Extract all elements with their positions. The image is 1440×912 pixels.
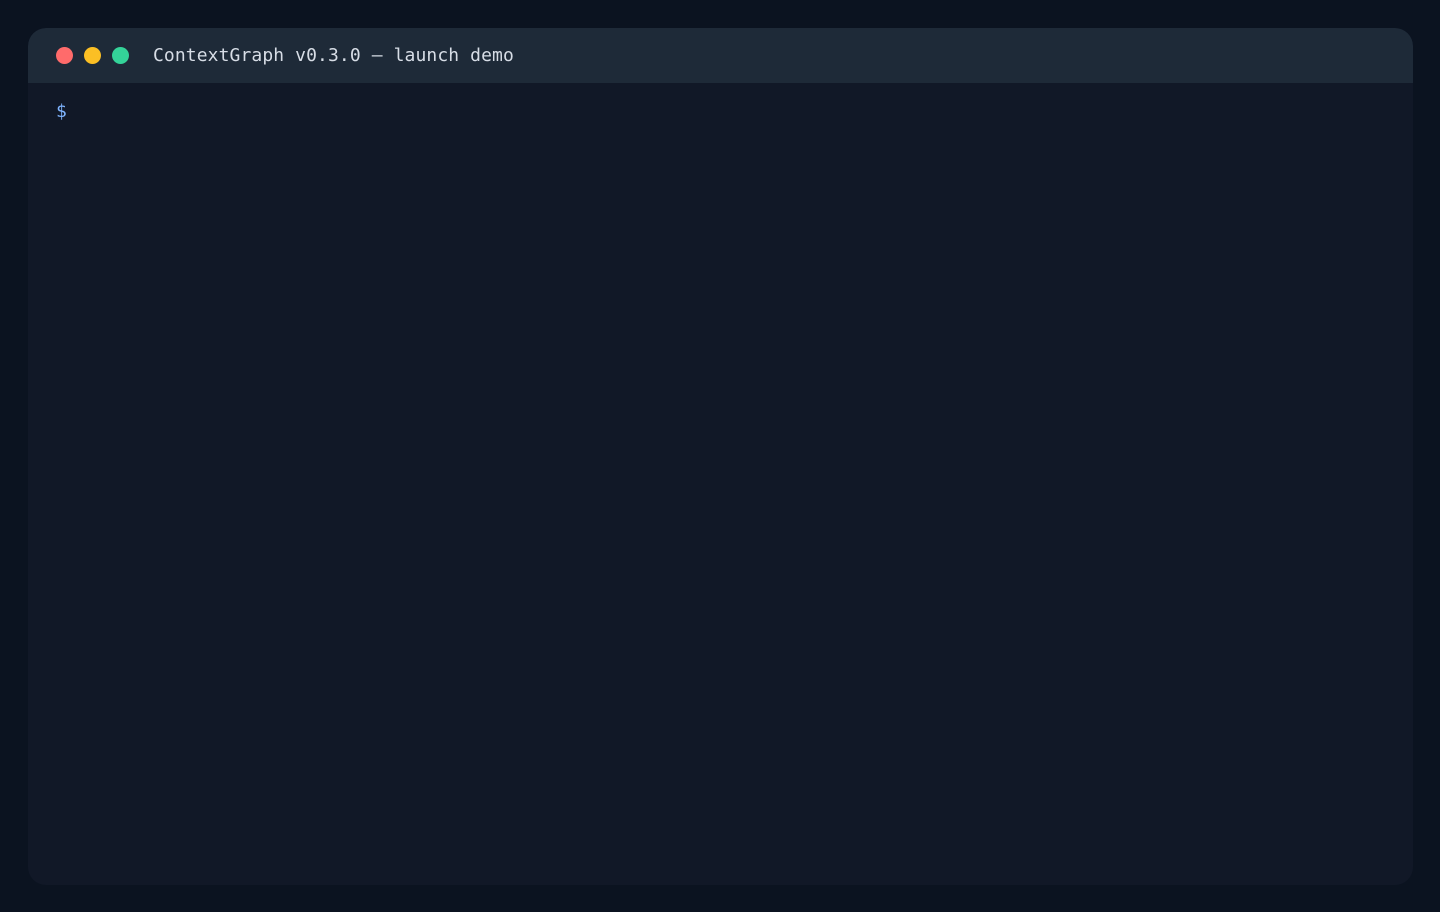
terminal-prompt-line[interactable]: $ bbox=[56, 100, 1413, 124]
prompt-symbol: $ bbox=[56, 101, 67, 122]
terminal-window: ContextGraph v0.3.0 — launch demo $ bbox=[28, 28, 1413, 885]
window-title: ContextGraph v0.3.0 — launch demo bbox=[153, 45, 514, 66]
close-window-dot-icon[interactable] bbox=[56, 47, 73, 64]
terminal-body[interactable]: $ bbox=[28, 83, 1413, 885]
minimize-window-dot-icon[interactable] bbox=[84, 47, 101, 64]
maximize-window-dot-icon[interactable] bbox=[112, 47, 129, 64]
window-titlebar[interactable]: ContextGraph v0.3.0 — launch demo bbox=[28, 28, 1413, 83]
